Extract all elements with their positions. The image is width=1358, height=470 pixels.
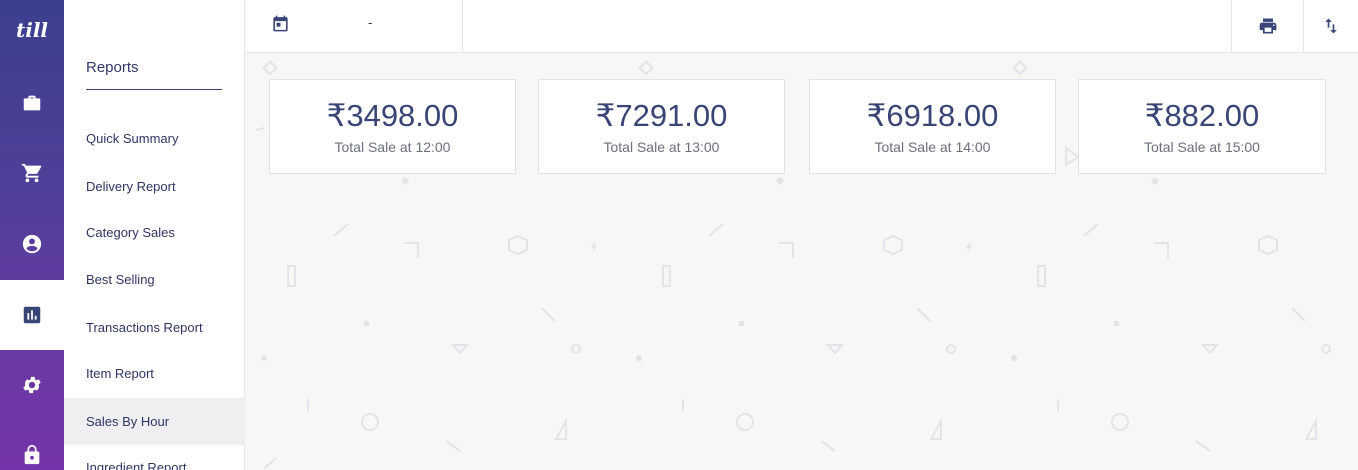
sidebar-item-transactions-report[interactable]: Transactions Report [64, 304, 245, 351]
sale-label: Total Sale at 13:00 [603, 139, 720, 155]
rail-item-settings[interactable] [0, 350, 64, 420]
sidebar-item-ingredient-report[interactable]: Ingredient Report [64, 444, 245, 470]
sale-label: Total Sale at 14:00 [874, 139, 991, 155]
sort-button[interactable] [1303, 0, 1358, 52]
sidebar-item-item-report[interactable]: Item Report [64, 350, 245, 397]
rail-item-reports[interactable] [0, 280, 64, 350]
rail-item-sales[interactable] [0, 68, 64, 138]
hour-sale-card: ₹882.00 Total Sale at 15:00 [1078, 79, 1326, 174]
sale-amount: ₹7291.00 [595, 98, 728, 133]
hour-sale-card: ₹7291.00 Total Sale at 13:00 [538, 79, 785, 174]
reports-sidebar: Reports Quick Summary Delivery Report Ca… [64, 0, 245, 470]
sidebar-item-best-selling[interactable]: Best Selling [64, 256, 245, 303]
nav-rail: till [0, 0, 64, 470]
top-bar: - [246, 0, 1358, 53]
hour-sale-card: ₹3498.00 Total Sale at 12:00 [269, 79, 516, 174]
sale-label: Total Sale at 15:00 [1144, 139, 1260, 155]
heading-divider [86, 89, 222, 90]
lock-icon [24, 444, 40, 465]
sale-label: Total Sale at 12:00 [334, 139, 451, 155]
cart-icon [21, 163, 42, 183]
sidebar-heading: Reports [86, 59, 139, 76]
account-icon [22, 234, 42, 254]
sale-amount: ₹6918.00 [866, 98, 999, 133]
printer-icon [1259, 18, 1276, 34]
sidebar-item-sales-by-hour[interactable]: Sales By Hour [64, 398, 245, 445]
rail-item-cart[interactable] [0, 138, 64, 208]
gear-icon [23, 376, 41, 394]
sidebar-item-category-sales[interactable]: Category Sales [64, 209, 245, 256]
rail-item-customers[interactable] [0, 209, 64, 279]
date-range-picker[interactable]: - [246, 0, 463, 52]
print-button[interactable] [1231, 0, 1303, 52]
rail-item-lock[interactable] [0, 420, 64, 470]
sort-arrows-icon [1325, 18, 1337, 34]
date-separator: - [368, 15, 373, 30]
chart-icon [23, 306, 41, 324]
sidebar-item-quick-summary[interactable]: Quick Summary [64, 115, 245, 162]
sidebar-item-delivery-report[interactable]: Delivery Report [64, 163, 245, 210]
sale-amount: ₹3498.00 [326, 98, 459, 133]
briefcase-icon [23, 95, 41, 111]
calendar-icon [273, 15, 288, 32]
sale-amount: ₹882.00 [1144, 98, 1260, 133]
app-logo: till [15, 18, 49, 42]
hour-sale-card: ₹6918.00 Total Sale at 14:00 [809, 79, 1056, 174]
